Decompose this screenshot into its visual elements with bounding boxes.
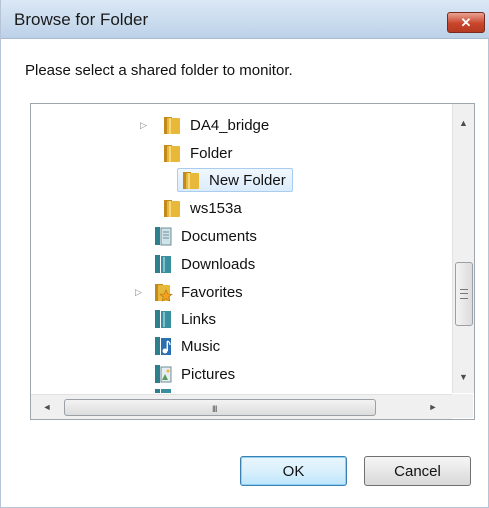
tree-item-documents[interactable]: Documents <box>153 225 257 247</box>
folder-icon <box>164 200 180 217</box>
tree-item-new-folder[interactable]: New Folder <box>177 168 293 192</box>
tree-item-label: Favorites <box>181 283 243 301</box>
horizontal-scrollbar[interactable]: ◄ III ► <box>31 394 452 419</box>
browse-for-folder-dialog: Browse for Folder ✕ Please select a shar… <box>0 0 489 508</box>
tree-item-label: Documents <box>181 227 257 245</box>
cancel-button[interactable]: Cancel <box>364 456 471 486</box>
tree-item-music[interactable]: Music <box>153 335 220 357</box>
vertical-scrollbar[interactable]: ▲ ▼ <box>452 104 474 393</box>
scrollbar-corner <box>452 394 473 418</box>
expand-arrow-icon[interactable]: ▷ <box>135 287 145 297</box>
tree-item-label: Downloads <box>181 255 256 273</box>
tree-item-label: Music <box>181 337 221 355</box>
tree-item-label: ws153a <box>190 199 242 217</box>
library-links-icon <box>155 310 171 328</box>
folder-tree[interactable]: ▷ DA4_bridge Folder New Folder ws153a Do… <box>30 103 475 420</box>
tree-item-pictures[interactable]: Pictures <box>153 363 235 385</box>
tree-item-ws153a[interactable]: ws153a <box>162 197 242 219</box>
tree-item-label: Folder <box>190 144 233 162</box>
tree-item-links[interactable]: Links <box>153 308 216 330</box>
folder-icon <box>164 117 180 134</box>
scroll-down-arrow-icon[interactable]: ▼ <box>453 368 474 386</box>
scroll-up-arrow-icon[interactable]: ▲ <box>453 114 474 132</box>
close-button[interactable]: ✕ <box>447 12 485 33</box>
grip-icon <box>460 289 468 299</box>
tree-item-partial[interactable] <box>153 389 181 393</box>
grip-icon: III <box>212 404 217 414</box>
horizontal-scroll-thumb[interactable]: III <box>64 399 376 416</box>
title-bar[interactable]: Browse for Folder ✕ <box>1 0 489 39</box>
scroll-left-arrow-icon[interactable]: ◄ <box>37 395 57 419</box>
library-downloads-icon <box>155 255 171 273</box>
pictures-icon <box>155 365 172 383</box>
close-icon: ✕ <box>460 14 472 30</box>
library-icon <box>155 389 171 393</box>
tree-item-label: Links <box>181 310 217 328</box>
folder-icon <box>183 172 199 189</box>
tree-item-label: Pictures <box>181 365 236 383</box>
tree-item-downloads[interactable]: Downloads <box>153 253 255 275</box>
tree-item-folder[interactable]: Folder <box>162 142 233 164</box>
expand-arrow-icon[interactable]: ▷ <box>140 120 150 130</box>
folder-icon <box>164 145 180 162</box>
favorites-star-folder-icon <box>155 284 173 302</box>
vertical-scroll-thumb[interactable] <box>455 262 473 326</box>
instruction-text: Please select a shared folder to monitor… <box>25 62 293 79</box>
scroll-right-arrow-icon[interactable]: ► <box>423 395 443 419</box>
folder-tree-view[interactable]: ▷ DA4_bridge Folder New Folder ws153a Do… <box>31 104 451 393</box>
window-title: Browse for Folder <box>14 10 149 29</box>
tree-item-label: New Folder <box>209 171 286 189</box>
library-documents-icon <box>155 227 172 246</box>
ok-button[interactable]: OK <box>240 456 347 486</box>
music-icon <box>155 337 171 355</box>
tree-item-label: DA4_bridge <box>190 116 270 134</box>
tree-item-da4-bridge[interactable]: ▷ DA4_bridge <box>140 114 270 136</box>
tree-item-favorites[interactable]: ▷ Favorites <box>135 281 243 303</box>
